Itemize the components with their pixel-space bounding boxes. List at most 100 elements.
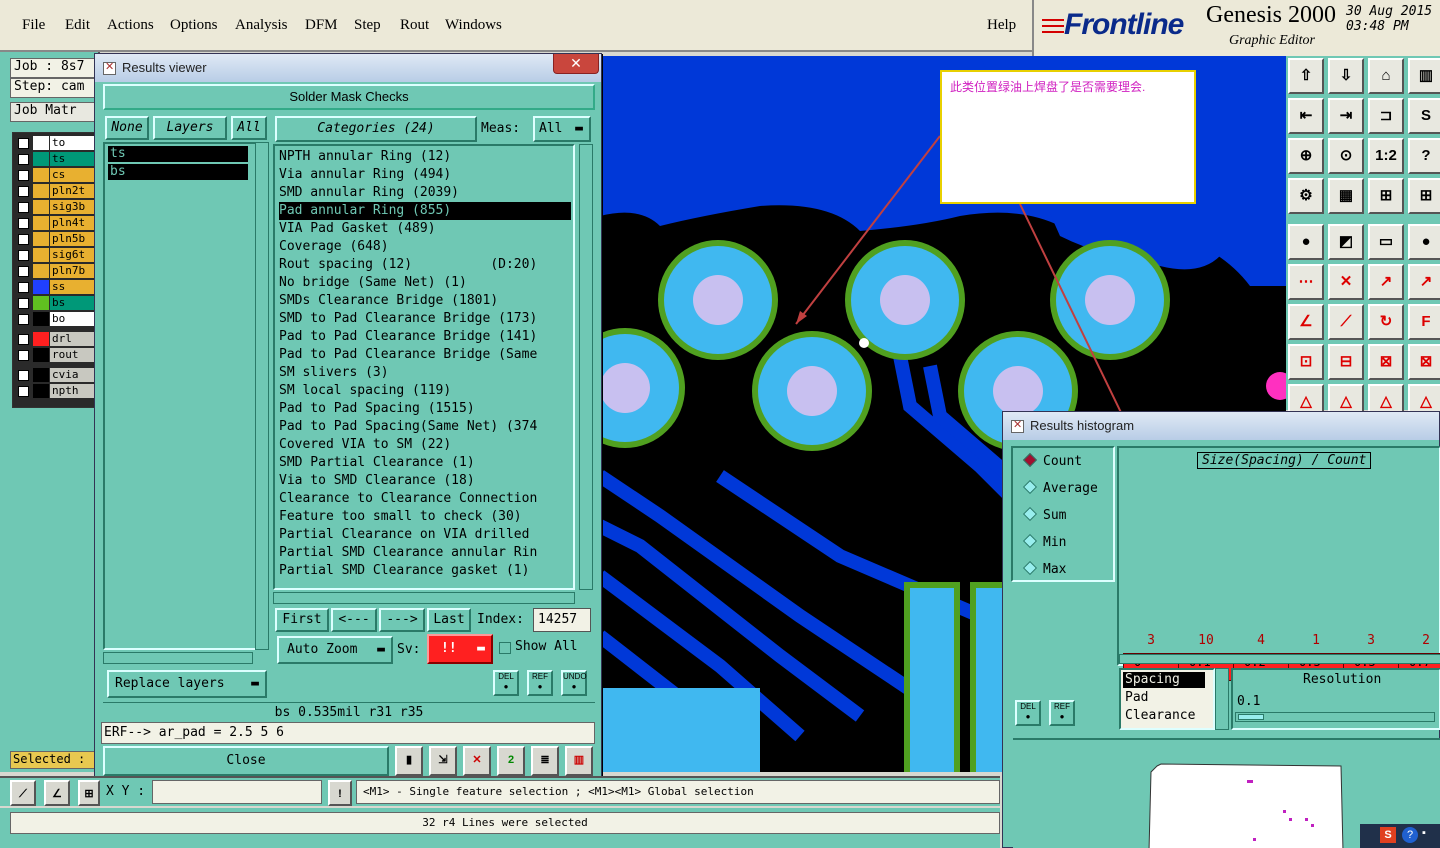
- layer-row[interactable]: npth: [15, 384, 97, 398]
- layer-row[interactable]: bs: [15, 296, 97, 310]
- menu-file[interactable]: File: [22, 17, 45, 34]
- layer-list-hscrollbar[interactable]: [103, 652, 253, 664]
- auto-zoom-dropdown[interactable]: Auto Zoom ▬: [277, 636, 393, 664]
- menu-analysis[interactable]: Analysis: [235, 17, 288, 34]
- category-item[interactable]: NPTH annular Ring (12): [279, 148, 571, 166]
- category-item[interactable]: Pad to Pad Spacing(Same Net) (374: [279, 418, 571, 436]
- exit-icon[interactable]: ⇲: [429, 746, 457, 776]
- layer-row[interactable]: ss: [15, 280, 97, 294]
- toolbar-tool-icon[interactable]: ⊟: [1328, 344, 1364, 380]
- close-button[interactable]: Close: [103, 746, 389, 776]
- erf-icon[interactable]: ✕: [463, 746, 491, 776]
- layer-row[interactable]: cs: [15, 168, 97, 182]
- slider-thumb[interactable]: [1238, 714, 1264, 720]
- all-layers-button[interactable]: All: [231, 116, 267, 140]
- layer-color-swatch[interactable]: [33, 168, 49, 182]
- toolbar-tool-icon[interactable]: ▥: [1408, 58, 1440, 94]
- categories-list[interactable]: NPTH annular Ring (12) Via annular Ring (…: [273, 144, 575, 590]
- close-icon[interactable]: ✕: [553, 54, 599, 74]
- menu-actions[interactable]: Actions: [107, 17, 154, 34]
- layer-row[interactable]: pln5b: [15, 232, 97, 246]
- measure-icon[interactable]: ⟋: [10, 780, 36, 806]
- replace-layers-dropdown[interactable]: Replace layers ▬: [107, 670, 267, 698]
- hist-ref-button[interactable]: REF ●: [1049, 700, 1075, 726]
- report-icon[interactable]: ≣: [531, 746, 559, 776]
- layer-name[interactable]: npth: [50, 384, 96, 398]
- toolbar-tool-icon[interactable]: ⊠: [1408, 344, 1440, 380]
- layer-item-ts[interactable]: ts: [108, 146, 248, 162]
- menu-rout[interactable]: Rout: [400, 17, 429, 34]
- layer-color-swatch[interactable]: [33, 264, 49, 278]
- toolbar-tool-icon[interactable]: ⇤: [1288, 98, 1324, 134]
- layer-color-swatch[interactable]: [33, 384, 49, 398]
- mode-radio[interactable]: Max: [1022, 560, 1066, 580]
- layer-color-swatch[interactable]: [33, 312, 49, 326]
- layer-checkbox[interactable]: [18, 334, 29, 345]
- layers-button[interactable]: Layers: [153, 116, 227, 140]
- mode-radio[interactable]: Average: [1022, 479, 1098, 499]
- category-item[interactable]: SM local spacing (119): [279, 382, 571, 400]
- toolbar-tool-icon[interactable]: ⋯: [1288, 264, 1324, 300]
- layer-name[interactable]: bo: [50, 312, 96, 326]
- layer-checkbox[interactable]: [18, 202, 29, 213]
- menu-options[interactable]: Options: [170, 17, 218, 34]
- category-item[interactable]: Clearance to Clearance Connection: [279, 490, 571, 508]
- toolbar-tool-icon[interactable]: ⊞: [1408, 178, 1440, 214]
- first-button[interactable]: First: [275, 608, 329, 632]
- layer-color-swatch[interactable]: [33, 348, 49, 362]
- value-list-scrollbar[interactable]: [1215, 668, 1229, 730]
- layer-color-swatch[interactable]: [33, 332, 49, 346]
- toolbar-tool-icon[interactable]: ⊕: [1288, 138, 1324, 174]
- histogram-icon[interactable]: ▥: [565, 746, 593, 776]
- category-item[interactable]: SMD to Pad Clearance Bridge (173): [279, 310, 571, 328]
- layer-checkbox[interactable]: [18, 298, 29, 309]
- layer-checkbox[interactable]: [18, 386, 29, 397]
- category-item[interactable]: Pad to Pad Spacing (1515): [279, 400, 571, 418]
- layer-row[interactable]: pln4t: [15, 216, 97, 230]
- list-item-clearance[interactable]: Clearance: [1123, 708, 1195, 724]
- layer-color-swatch[interactable]: [33, 368, 49, 382]
- category-item[interactable]: No bridge (Same Net) (1): [279, 274, 571, 292]
- layer-color-swatch[interactable]: [33, 232, 49, 246]
- category-item[interactable]: Pad annular Ring (855): [279, 202, 571, 220]
- ruler-icon[interactable]: ∠: [44, 780, 70, 806]
- layer-color-swatch[interactable]: [33, 200, 49, 214]
- menu-edit[interactable]: Edit: [65, 17, 90, 34]
- categories-button[interactable]: Categories (24): [275, 116, 477, 142]
- layer-row[interactable]: ts: [15, 152, 97, 166]
- severity-dropdown[interactable]: !! ▬: [427, 634, 493, 664]
- layer-color-swatch[interactable]: [33, 248, 49, 262]
- layer-checkbox[interactable]: [18, 186, 29, 197]
- category-item[interactable]: Pad to Pad Clearance Bridge (141): [279, 328, 571, 346]
- toolbar-tool-icon[interactable]: ?: [1408, 138, 1440, 174]
- layer-select-list[interactable]: ts bs: [103, 142, 267, 650]
- layer-row[interactable]: to: [15, 136, 97, 150]
- help-icon[interactable]: ?: [1402, 827, 1418, 843]
- layer-row[interactable]: cvia: [15, 368, 97, 382]
- hist-del-button[interactable]: DEL ●: [1015, 700, 1041, 726]
- layer-color-swatch[interactable]: [33, 136, 49, 150]
- bang-button[interactable]: !: [328, 780, 352, 806]
- mode-radio[interactable]: Min: [1022, 533, 1066, 553]
- layer-name[interactable]: pln2t: [50, 184, 96, 198]
- category-item[interactable]: Partial SMD Clearance gasket (1): [279, 562, 571, 580]
- layer-row[interactable]: pln2t: [15, 184, 97, 198]
- toolbar-tool-icon[interactable]: ▦: [1328, 178, 1364, 214]
- histogram-hscrollbar[interactable]: [1119, 654, 1440, 664]
- layer-color-swatch[interactable]: [33, 280, 49, 294]
- categories-scrollbar[interactable]: [579, 144, 593, 590]
- toolbar-tool-icon[interactable]: 1:2: [1368, 138, 1404, 174]
- layer-checkbox[interactable]: [18, 234, 29, 245]
- layer-item-bs[interactable]: bs: [108, 164, 248, 180]
- index-input[interactable]: 14257: [533, 608, 591, 632]
- next-button[interactable]: --->: [379, 608, 425, 632]
- menu-windows[interactable]: Windows: [445, 17, 502, 34]
- sogou-icon[interactable]: S: [1380, 827, 1396, 843]
- toolbar-tool-icon[interactable]: ▭: [1368, 224, 1404, 260]
- layer-row[interactable]: bo: [15, 312, 97, 326]
- layer-color-swatch[interactable]: [33, 184, 49, 198]
- category-item[interactable]: Partial Clearance on VIA drilled: [279, 526, 571, 544]
- category-item[interactable]: SMDs Clearance Bridge (1801): [279, 292, 571, 310]
- layer-checkbox[interactable]: [18, 250, 29, 261]
- ref-button[interactable]: REF ●: [527, 670, 553, 696]
